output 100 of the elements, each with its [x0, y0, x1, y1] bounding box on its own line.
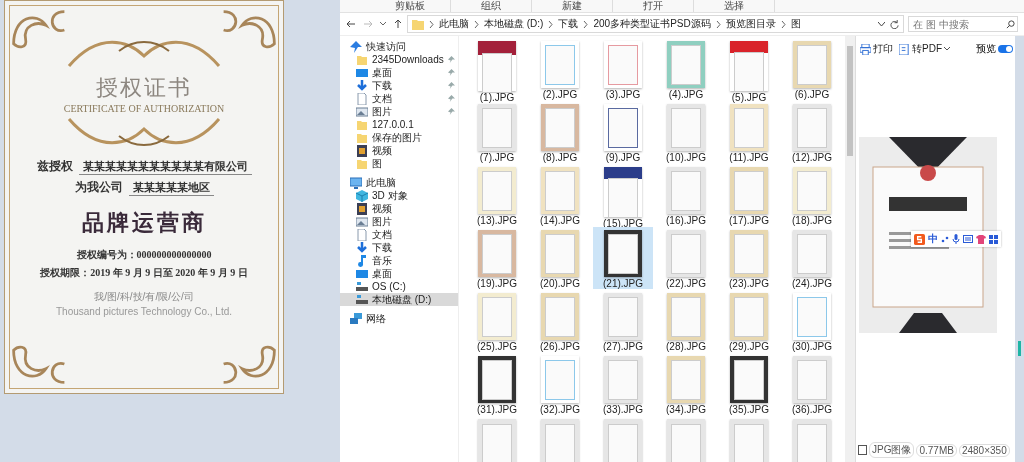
navigation-item[interactable]: 视频: [340, 144, 458, 157]
file-name: (18).JPG: [792, 215, 832, 226]
file-item[interactable]: (25).JPG: [467, 290, 527, 352]
file-name: (29).JPG: [729, 341, 769, 352]
file-item[interactable]: (9).JPG: [593, 101, 653, 163]
navigation-item[interactable]: 保存的图片: [340, 131, 458, 144]
navigation-item[interactable]: 视频: [340, 202, 458, 215]
breadcrumb-item[interactable]: 此电脑: [439, 17, 469, 31]
file-name: (12).JPG: [792, 152, 832, 163]
file-item[interactable]: (13).JPG: [467, 164, 527, 226]
file-item[interactable]: (28).JPG: [656, 290, 716, 352]
certificate-thumbnail: [604, 167, 642, 217]
file-item[interactable]: (12).JPG: [782, 101, 842, 163]
print-button[interactable]: 打印: [858, 42, 895, 56]
file-item[interactable]: (22).JPG: [656, 227, 716, 289]
file-item[interactable]: (21).JPG: [593, 227, 653, 289]
navigation-section[interactable]: 网络: [340, 312, 458, 325]
file-item[interactable]: (10).JPG: [656, 101, 716, 163]
file-item[interactable]: (3).JPG: [593, 38, 653, 100]
film-icon: [356, 202, 368, 215]
file-item[interactable]: (33).JPG: [593, 353, 653, 415]
scrollbar[interactable]: [845, 36, 855, 462]
file-name: (15).JPG: [603, 218, 643, 229]
certificate-thumbnail: [793, 167, 831, 214]
navigation-item[interactable]: 下载: [340, 79, 458, 92]
navigation-item[interactable]: 下载: [340, 241, 458, 254]
navigation-item[interactable]: 桌面: [340, 66, 458, 79]
file-item[interactable]: (16).JPG: [656, 164, 716, 226]
breadcrumb-item[interactable]: 200多种类型证书PSD源码: [593, 17, 711, 31]
file-item[interactable]: (8).JPG: [530, 101, 590, 163]
file-item[interactable]: (20).JPG: [530, 227, 590, 289]
certificate-title: 授权证书: [96, 74, 192, 102]
file-item[interactable]: (36).JPG: [782, 353, 842, 415]
file-item[interactable]: (2).JPG: [530, 38, 590, 100]
breadcrumb-item[interactable]: 预览图目录: [725, 17, 776, 31]
keyboard-icon: [963, 235, 973, 243]
breadcrumb-item[interactable]: 图: [790, 17, 801, 31]
navigation-item[interactable]: 音乐: [340, 254, 458, 267]
navigation-item[interactable]: 图: [340, 157, 458, 170]
file-item[interactable]: (18).JPG: [782, 164, 842, 226]
file-name: (4).JPG: [668, 89, 704, 100]
breadcrumb-item[interactable]: 本地磁盘 (D:): [484, 17, 544, 31]
preview-toggle[interactable]: [998, 45, 1013, 53]
navigation-item[interactable]: 图片: [340, 105, 458, 118]
certificate-thumbnail: [667, 230, 705, 277]
drive-icon: [356, 293, 368, 306]
file-name: (14).JPG: [540, 215, 580, 226]
file-item[interactable]: (14).JPG: [530, 164, 590, 226]
file-item[interactable]: (32).JPG: [530, 353, 590, 415]
navigation-item[interactable]: 3D 对象: [340, 189, 458, 202]
file-item[interactable]: (26).JPG: [530, 290, 590, 352]
certificate-thumbnail: [604, 419, 642, 462]
certificate-subtitle: CERTIFICATE OF AUTHORIZATION: [63, 103, 225, 114]
file-item[interactable]: (6).JPG: [782, 38, 842, 100]
navigation-section[interactable]: 快速访问: [340, 40, 458, 53]
certificate-thumbnail: [667, 104, 705, 151]
file-name: (32).JPG: [540, 404, 580, 415]
file-name: (7).JPG: [479, 152, 515, 163]
convert-pdf-button[interactable]: 转PDF: [897, 42, 952, 56]
breadcrumb-item[interactable]: 下载: [558, 17, 579, 31]
forward-arrow-icon: [363, 19, 373, 29]
pin-icon: [350, 40, 362, 53]
desktop-icon: [356, 267, 368, 280]
navigation-item[interactable]: 2345Downloads: [340, 53, 458, 66]
scrollbar-thumb[interactable]: [847, 46, 853, 156]
file-item[interactable]: (4).JPG: [656, 38, 716, 100]
file-name: (30).JPG: [792, 341, 832, 352]
navigation-item[interactable]: 文档: [340, 228, 458, 241]
certificate-thumbnail: [730, 356, 768, 403]
navigation-item[interactable]: 桌面: [340, 267, 458, 280]
file-item[interactable]: (34).JPG: [656, 353, 716, 415]
dropdown-icon: [380, 21, 386, 27]
file-item[interactable]: (15).JPG: [593, 164, 653, 226]
certificate-thumbnail: [478, 41, 516, 91]
address-bar[interactable]: 此电脑 本地磁盘 (D:) 下载 200多种类型证书PSD源码 预览图目录 图: [407, 15, 904, 33]
navigation-section[interactable]: 此电脑: [340, 176, 458, 189]
input-mode-indicator[interactable]: 中: [928, 232, 938, 246]
music-note-icon: [356, 254, 368, 267]
navigation-item[interactable]: 文档: [340, 92, 458, 105]
file-item[interactable]: (17).JPG: [719, 164, 779, 226]
file-item[interactable]: (19).JPG: [467, 227, 527, 289]
computer-icon: [350, 176, 362, 189]
chevron-icon: [474, 20, 479, 28]
issuer-english-name: Thousand pictures Technology Co., Ltd.: [55, 306, 232, 317]
up-arrow-icon: [393, 19, 403, 29]
navigation-item[interactable]: 127.0.0.1: [340, 118, 458, 131]
navigation-item[interactable]: 图片: [340, 215, 458, 228]
chevron-icon: [429, 20, 434, 28]
file-item[interactable]: (31).JPG: [467, 353, 527, 415]
navigation-item[interactable]: 本地磁盘 (D:): [340, 293, 458, 306]
file-item[interactable]: (35).JPG: [719, 353, 779, 415]
file-item[interactable]: (23).JPG: [719, 227, 779, 289]
file-item[interactable]: (27).JPG: [593, 290, 653, 352]
file-item[interactable]: (24).JPG: [782, 227, 842, 289]
scroll-indicator: [1018, 341, 1021, 356]
file-item[interactable]: (30).JPG: [782, 290, 842, 352]
search-field[interactable]: 在 图 中搜索: [908, 16, 1018, 32]
file-item[interactable]: (29).JPG: [719, 290, 779, 352]
file-name: (20).JPG: [540, 278, 580, 289]
navigation-item[interactable]: OS (C:): [340, 280, 458, 293]
